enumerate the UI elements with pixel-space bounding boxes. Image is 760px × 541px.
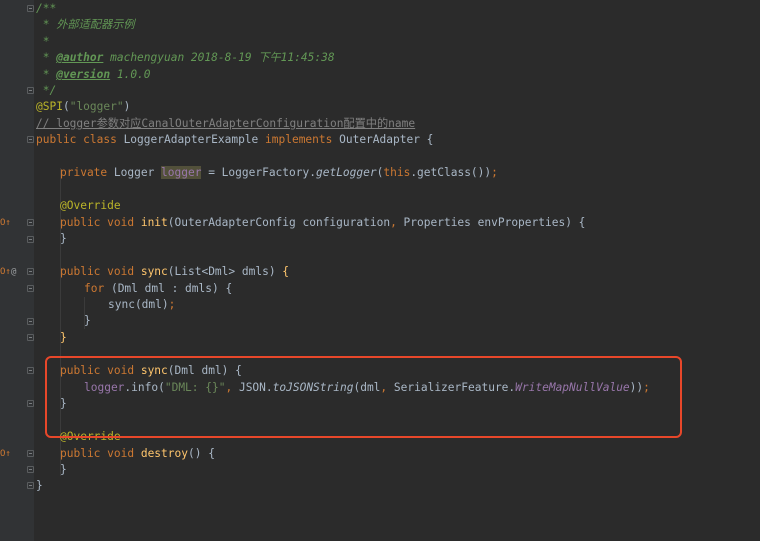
fold-toggle-icon[interactable] bbox=[27, 466, 34, 473]
override-method-icon[interactable]: O↑ bbox=[0, 218, 11, 228]
logger-field: logger bbox=[161, 166, 202, 179]
code-line: public void destroy() { bbox=[60, 447, 215, 460]
fold-toggle-icon[interactable] bbox=[27, 318, 34, 325]
code-line: public class LoggerAdapterExample implem… bbox=[36, 133, 434, 146]
fold-toggle-icon[interactable] bbox=[27, 87, 34, 94]
fold-toggle-icon[interactable] bbox=[27, 367, 34, 374]
code-line: * 外部适配器示例 bbox=[36, 18, 135, 31]
code-line: */ bbox=[36, 84, 57, 97]
code-line: } bbox=[36, 479, 43, 492]
code-line: /** bbox=[36, 2, 57, 15]
fold-toggle-icon[interactable] bbox=[27, 236, 34, 243]
code-line: private Logger logger = LoggerFactory.ge… bbox=[60, 166, 498, 179]
fold-toggle-icon[interactable] bbox=[27, 5, 34, 12]
highlight-box bbox=[45, 356, 682, 438]
code-line: } bbox=[84, 314, 91, 327]
fold-toggle-icon[interactable] bbox=[27, 219, 34, 226]
override-method-icon[interactable]: O↑ bbox=[0, 449, 11, 459]
code-line: @SPI("logger") bbox=[36, 100, 131, 113]
code-line: // logger参数对应CanalOuterAdapterConfigurat… bbox=[36, 117, 416, 130]
code-line: * bbox=[36, 35, 50, 48]
fold-toggle-icon[interactable] bbox=[27, 450, 34, 457]
code-line: public void sync(List<Dml> dmls) { bbox=[60, 265, 290, 278]
code-line: sync(dml); bbox=[108, 298, 176, 311]
code-line: } bbox=[60, 463, 67, 476]
code-editor[interactable]: /** * 外部适配器示例 * * @author machengyuan 20… bbox=[34, 0, 760, 541]
fold-toggle-icon[interactable] bbox=[27, 400, 34, 407]
fold-toggle-icon[interactable] bbox=[27, 334, 34, 341]
fold-toggle-icon[interactable] bbox=[27, 482, 34, 489]
fold-toggle-icon[interactable] bbox=[27, 268, 34, 275]
editor-gutter: O↑ O↑ @ O↑ bbox=[0, 0, 34, 541]
code-line: for (Dml dml : dmls) { bbox=[84, 282, 233, 295]
code-line: @Override bbox=[60, 199, 121, 212]
annotation-at-icon[interactable]: @ bbox=[11, 267, 16, 277]
code-line: * @author machengyuan 2018-8-19 下午11:45:… bbox=[36, 51, 335, 64]
code-line: public void init(OuterAdapterConfig conf… bbox=[60, 216, 586, 229]
code-line: * @version 1.0.0 bbox=[36, 68, 151, 81]
fold-toggle-icon[interactable] bbox=[27, 285, 34, 292]
implements-method-icon[interactable]: O↑ bbox=[0, 267, 11, 277]
fold-toggle-icon[interactable] bbox=[27, 136, 34, 143]
code-line: } bbox=[60, 331, 67, 344]
code-line: } bbox=[60, 232, 67, 245]
